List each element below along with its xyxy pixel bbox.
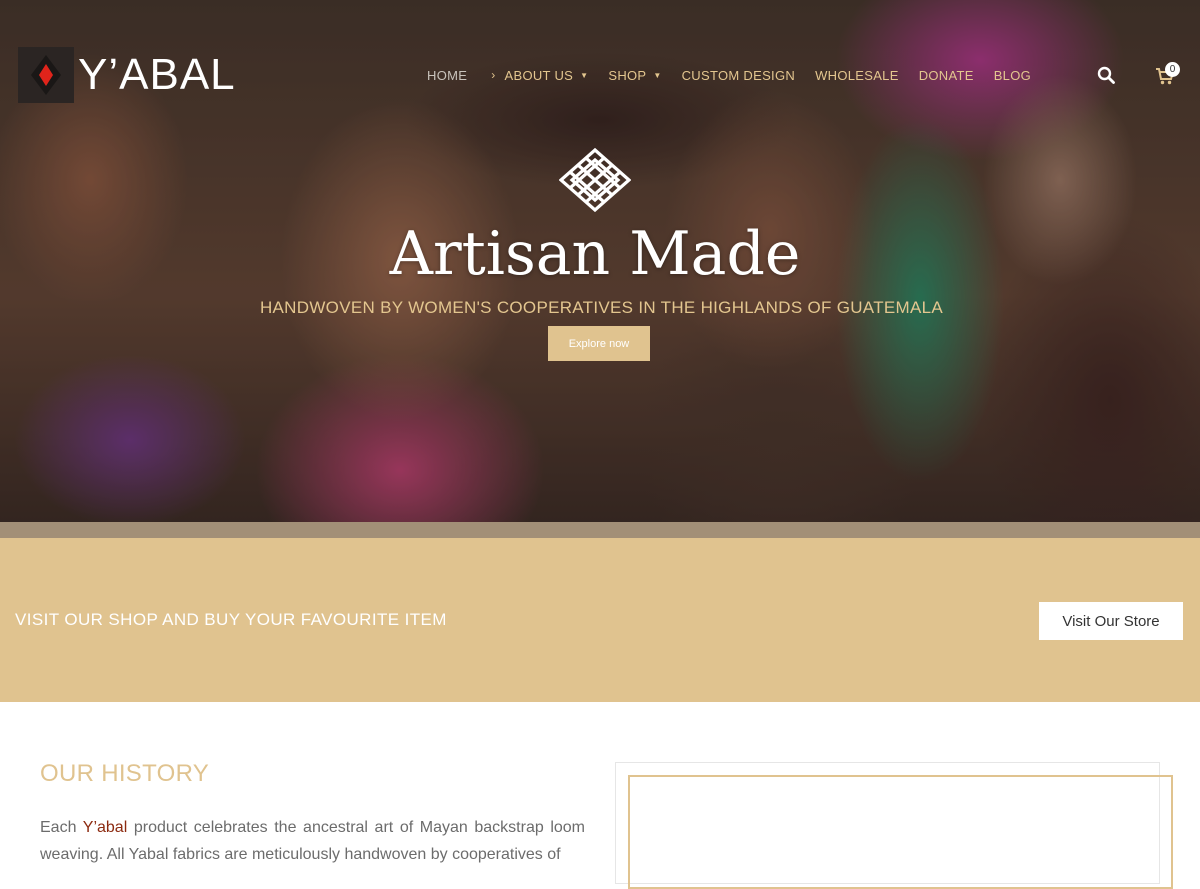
history-paragraph: Each Y’abal product celebrates the ances… (40, 814, 585, 868)
caret-down-icon: ▼ (653, 70, 662, 80)
visit-store-button[interactable]: Visit Our Store (1039, 602, 1183, 640)
nav-item-custom-design[interactable]: CUSTOM DESIGN (682, 68, 795, 83)
hero-subtitle: HANDWOVEN BY WOMEN'S COOPERATIVES IN THE… (259, 298, 944, 317)
logo-text: Y’ABAL (78, 50, 236, 99)
caret-down-icon: ▼ (580, 70, 589, 80)
nav-item-donate[interactable]: DONATE (919, 68, 974, 83)
nav-item-label: SHOP (608, 67, 647, 83)
visit-shop-banner: VISIT OUR SHOP AND BUY YOUR FAVOURITE IT… (0, 538, 1200, 702)
hero-bottom-band (0, 522, 1200, 538)
nav-item-label: WHOLESALE (815, 67, 899, 83)
search-icon[interactable] (1097, 66, 1115, 84)
nav-item-blog[interactable]: BLOG (994, 68, 1031, 83)
nav-item-shop[interactable]: SHOP ▼ (608, 68, 661, 83)
explore-now-button[interactable]: Explore now (548, 326, 650, 361)
brand-link[interactable]: Y’abal (83, 819, 127, 836)
nav-item-label: HOME (427, 67, 468, 83)
hero-title: Artisan Made (389, 219, 801, 289)
site-logo[interactable]: Y’ABAL (18, 46, 236, 104)
nav-item-label: DONATE (918, 67, 974, 83)
cta-text: VISIT OUR SHOP AND BUY YOUR FAVOURITE IT… (15, 610, 447, 629)
nav-item-label: BLOG (993, 67, 1032, 83)
nav-item-home[interactable]: HOME (427, 68, 467, 83)
main-nav: HOME › ABOUT US ▼ SHOP ▼ CUSTOM DESIGN W… (427, 64, 1051, 86)
endless-knot-icon (558, 147, 632, 213)
image-frame-inner (628, 775, 1173, 889)
cart-count-badge: 0 (1165, 62, 1180, 77)
section-title-our-history: OUR HISTORY (40, 760, 210, 787)
nav-item-label: CUSTOM DESIGN (681, 67, 796, 83)
nav-item-about-us[interactable]: › ABOUT US ▼ (491, 68, 588, 83)
chevron-right-icon: › (491, 68, 496, 82)
nav-item-wholesale[interactable]: WHOLESALE (815, 68, 899, 83)
history-text-prefix: Each (40, 819, 83, 836)
nav-item-label: ABOUT US (504, 67, 574, 83)
logo-mark-icon (18, 47, 74, 103)
